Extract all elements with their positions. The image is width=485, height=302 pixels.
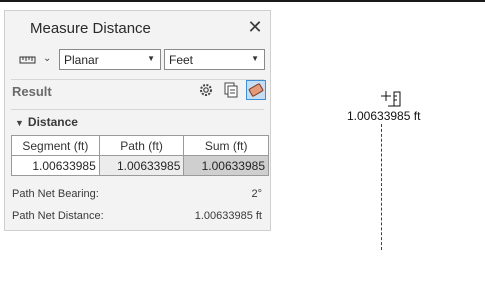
cell-path: 1.00633985 xyxy=(98,155,185,176)
unit-select[interactable]: Feet ▼ xyxy=(164,49,265,70)
measure-cursor-icon xyxy=(380,90,402,108)
distance-section-toggle[interactable]: ▼ Distance xyxy=(15,115,78,129)
distance-table: Segment (ft) Path (ft) Sum (ft) 1.006339… xyxy=(11,135,269,176)
measure-mode-select[interactable]: Planar ▼ xyxy=(59,49,161,70)
column-header-sum[interactable]: Sum (ft) xyxy=(183,135,269,156)
net-distance-value: 1.00633985 ft xyxy=(194,210,262,222)
dropdown-arrow-icon: ▼ xyxy=(251,54,259,63)
panel-title: Measure Distance xyxy=(30,20,151,37)
net-distance-label: Path Net Distance: xyxy=(12,210,104,222)
cell-segment: 1.00633985 xyxy=(11,155,100,176)
cell-sum: 1.00633985 xyxy=(183,155,269,176)
table-row[interactable]: 1.00633985 1.00633985 1.00633985 xyxy=(11,155,269,176)
column-header-segment[interactable]: Segment (ft) xyxy=(11,135,100,156)
unit-value: Feet xyxy=(169,53,194,67)
chevron-down-icon: ▼ xyxy=(15,118,24,128)
close-icon[interactable]: ✕ xyxy=(247,18,263,36)
ruler-icon xyxy=(19,56,36,64)
table-header-row: Segment (ft) Path (ft) Sum (ft) xyxy=(11,135,269,156)
distance-section-label: Distance xyxy=(27,115,78,129)
result-heading: Result xyxy=(12,84,52,99)
divider xyxy=(11,109,264,110)
net-bearing-value: 2° xyxy=(251,188,262,200)
window-top-edge xyxy=(0,0,485,2)
measure-toolbar: ⌄ Planar ▼ Feet ▼ xyxy=(5,49,270,71)
dropdown-arrow-icon: ▼ xyxy=(147,54,155,63)
map-measurement-label: 1.00633985 ft xyxy=(347,109,421,123)
gear-icon[interactable] xyxy=(197,81,215,99)
measurement-line xyxy=(381,124,382,250)
measure-mode-value: Planar xyxy=(64,53,99,67)
chevron-down-icon: ⌄ xyxy=(43,53,52,64)
column-header-path[interactable]: Path (ft) xyxy=(98,135,185,156)
net-bearing-label: Path Net Bearing: xyxy=(12,188,99,200)
eraser-icon[interactable] xyxy=(246,80,266,100)
copy-icon[interactable] xyxy=(222,81,240,99)
divider xyxy=(11,79,264,80)
measure-tool-button[interactable]: ⌄ xyxy=(14,49,52,71)
measure-distance-panel: Measure Distance ✕ ⌄ Planar ▼ Feet ▼ Res… xyxy=(4,10,271,231)
